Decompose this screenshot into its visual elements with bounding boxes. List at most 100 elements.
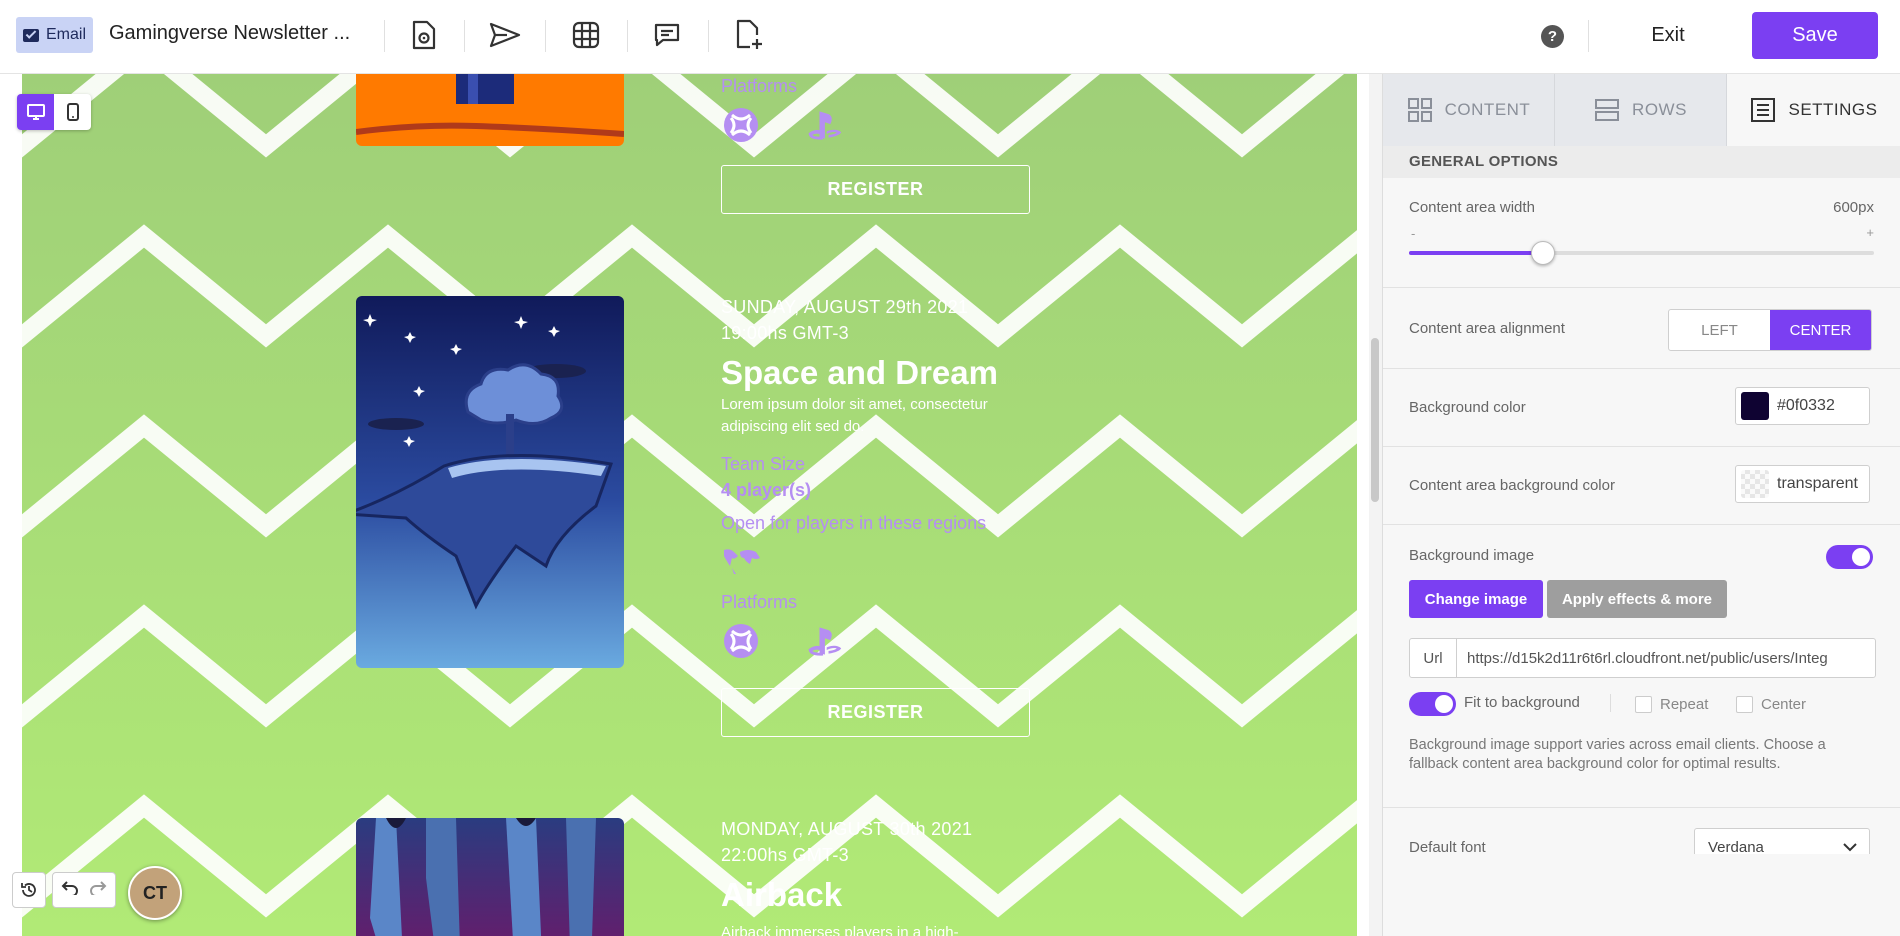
undo-redo-group	[52, 872, 116, 908]
user-avatar[interactable]: CT	[128, 866, 182, 920]
history-toolbar	[12, 872, 116, 908]
register-button-1[interactable]: REGISTER	[721, 165, 1030, 214]
email-canvas[interactable]: Platforms REGISTER SUNDAY, AUGUST 29th 2…	[22, 74, 1357, 936]
slider-max-label: +	[1866, 225, 1874, 240]
event-image-2[interactable]	[356, 296, 624, 668]
background-image-url-field[interactable]: Url https://d15k2d11r6t6rl.cloudfront.ne…	[1409, 638, 1876, 678]
alignment-label: Content area alignment	[1409, 320, 1565, 337]
comment-icon[interactable]	[647, 17, 687, 53]
event-3-time: 22:00hs GMT-3	[721, 845, 849, 865]
toolbar-divider	[384, 20, 385, 52]
background-image-label: Background image	[1409, 547, 1535, 564]
content-bg-color-label: Content area background color	[1409, 477, 1615, 494]
xbox-icon	[722, 622, 760, 660]
exit-button[interactable]: Exit	[1640, 17, 1696, 53]
tab-rows[interactable]: ROWS	[1555, 74, 1727, 146]
divider	[1383, 524, 1900, 525]
top-bar: Email Gamingverse Newsletter ... ? Exit …	[0, 0, 1900, 74]
redo-icon[interactable]	[89, 880, 107, 900]
background-color-picker[interactable]: #0f0332	[1735, 387, 1870, 425]
canvas-scroll-thumb[interactable]	[1371, 338, 1379, 502]
fit-to-background-label: Fit to background	[1464, 694, 1580, 711]
event-2-team-size-value: 4 player(s)	[721, 480, 812, 500]
mobile-view-icon[interactable]	[54, 94, 91, 130]
event-2-platforms-label: Platforms	[721, 592, 798, 612]
rows-icon	[1595, 99, 1620, 121]
document-title[interactable]: Gamingverse Newsletter ...	[109, 22, 350, 45]
event-image-3[interactable]	[356, 818, 624, 936]
event-2-regions-label: Open for players in these regions	[721, 513, 987, 533]
grid-table-icon[interactable]	[566, 17, 606, 53]
transparent-swatch	[1741, 470, 1769, 498]
send-icon[interactable]	[485, 17, 525, 53]
event-2-title: Space and Dream	[721, 354, 998, 391]
settings-panel: CONTENT ROWS SETTINGS GENERAL OPTIONS Co…	[1382, 74, 1900, 936]
event-image-1[interactable]	[356, 74, 624, 146]
email-type-chip[interactable]: Email	[16, 17, 93, 53]
event-art-3	[370, 818, 596, 936]
content-width-slider-fill	[1409, 251, 1542, 255]
zigzag-background	[22, 74, 1357, 936]
center-label: Center	[1761, 696, 1807, 713]
playstation-icon	[805, 622, 843, 660]
fit-to-background-toggle[interactable]	[1409, 692, 1456, 716]
change-image-button[interactable]: Change image	[1409, 580, 1543, 618]
panel-footer-space	[1383, 854, 1900, 936]
url-label: Url	[1410, 639, 1457, 677]
align-left-button[interactable]: LEFT	[1669, 310, 1770, 350]
tab-content[interactable]: CONTENT	[1383, 74, 1555, 146]
url-value: https://d15k2d11r6t6rl.cloudfront.net/pu…	[1467, 649, 1828, 667]
repeat-label: Repeat	[1660, 696, 1709, 713]
divider	[1383, 446, 1900, 447]
toolbar-divider	[627, 20, 628, 52]
slider-min-label: -	[1411, 226, 1416, 241]
apply-effects-button[interactable]: Apply effects & more	[1547, 580, 1727, 618]
save-button[interactable]: Save	[1752, 12, 1878, 59]
device-preview-toggle	[17, 94, 91, 130]
desktop-view-icon[interactable]	[17, 94, 54, 130]
alignment-segmented-control: LEFT CENTER	[1668, 309, 1872, 351]
event-3-description: Airback immerses players in a high-	[721, 924, 959, 936]
align-center-button[interactable]: CENTER	[1770, 310, 1871, 350]
tab-settings[interactable]: SETTINGS	[1727, 74, 1900, 146]
envelope-icon	[22, 28, 39, 42]
section-general-options: GENERAL OPTIONS	[1383, 146, 1900, 178]
grid-icon	[1407, 98, 1432, 122]
email-chip-label: Email	[45, 26, 86, 43]
background-image-note: Background image support varies across e…	[1409, 737, 1826, 772]
playstation-icon	[805, 106, 843, 144]
repeat-checkbox[interactable]	[1635, 696, 1652, 713]
floating-island-art	[356, 314, 614, 610]
background-color-label: Background color	[1409, 399, 1526, 416]
content-width-slider-handle[interactable]	[1531, 241, 1555, 265]
register-button-2[interactable]: REGISTER	[721, 688, 1030, 737]
canvas-scrollbar[interactable]	[1369, 74, 1383, 936]
preview-icon[interactable]	[404, 17, 444, 53]
event-3-date: MONDAY, AUGUST 30th 2021	[721, 819, 973, 839]
center-checkbox[interactable]	[1736, 696, 1753, 713]
xbox-icon	[722, 106, 760, 144]
content-width-value: 600px	[1833, 199, 1874, 216]
divider	[1383, 287, 1900, 288]
toolbar-divider	[708, 20, 709, 52]
background-color-swatch	[1741, 392, 1769, 420]
event-2-date: SUNDAY, AUGUST 29th 2021	[721, 297, 969, 317]
help-icon[interactable]: ?	[1541, 25, 1564, 48]
background-image-toggle[interactable]	[1826, 545, 1873, 569]
tab-content-label: CONTENT	[1444, 100, 1531, 119]
toolbar-divider	[464, 20, 465, 52]
event-1-platforms-label: Platforms	[721, 76, 798, 96]
content-bg-color-picker[interactable]: transparent	[1735, 465, 1870, 503]
history-icon[interactable]	[12, 872, 46, 908]
tab-rows-label: ROWS	[1632, 100, 1687, 119]
chevron-down-icon	[1843, 843, 1857, 852]
undo-icon[interactable]	[61, 880, 79, 900]
event-2-team-size-label: Team Size	[721, 454, 806, 474]
tab-settings-label: SETTINGS	[1788, 100, 1878, 119]
settings-icon	[1751, 98, 1776, 122]
toolbar-divider	[545, 20, 546, 52]
add-page-icon[interactable]	[729, 17, 769, 53]
content-width-label: Content area width	[1409, 199, 1535, 216]
background-color-value: #0f0332	[1777, 397, 1835, 414]
toolbar-divider	[1588, 20, 1589, 52]
